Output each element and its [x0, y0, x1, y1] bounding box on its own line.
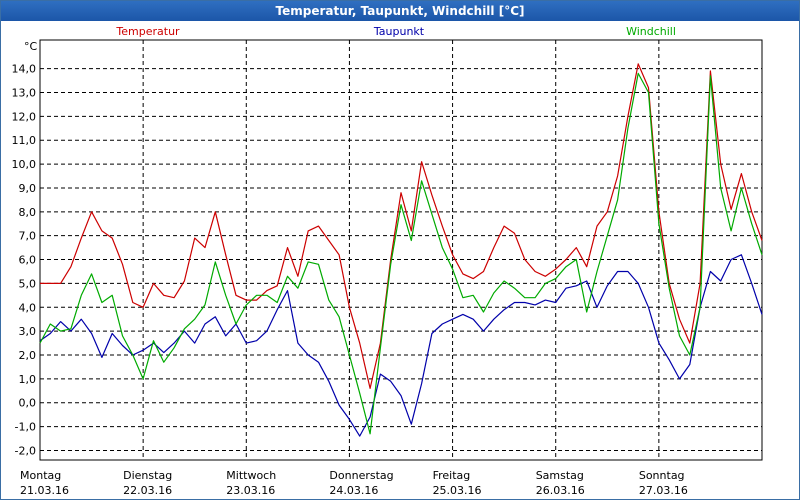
- x-tick-date: 22.03.16: [123, 484, 172, 497]
- x-tick-date: 24.03.16: [329, 484, 378, 497]
- chart: -2,0 -1,0 0,0 1,0 2,0 3,0 4,0 5,0 6,0 7,0 8,0 9,0 10…: [12, 25, 763, 497]
- y-axis: -2,0 -1,0 0,0 1,0 2,0 3,0 4,0 5,0 6,0 7,0 8,0 9,0 10…: [12, 63, 37, 458]
- legend-entry-temperatur: Temperatur: [115, 25, 180, 38]
- y-tick-label: 4,0: [19, 301, 37, 314]
- legend: Temperatur Taupunkt Windchill: [115, 25, 676, 38]
- y-axis-unit-label: °C: [24, 40, 38, 53]
- y-tick-label: 8,0: [19, 206, 37, 219]
- x-tick-day: Donnerstag: [329, 469, 393, 482]
- x-axis: Montag 21.03.16 Dienstag 22.03.16 Mittwoch 23…: [20, 469, 688, 497]
- x-tick-date: 27.03.16: [639, 484, 688, 497]
- y-tick-label: 13,0: [12, 87, 37, 100]
- y-tick-label: 7,0: [19, 230, 37, 243]
- y-tick-label: -2,0: [15, 444, 36, 457]
- y-tick-label: 3,0: [19, 325, 37, 338]
- y-tick-label: 10,0: [12, 158, 37, 171]
- legend-entry-windchill: Windchill: [626, 25, 676, 38]
- x-tick-date: 23.03.16: [226, 484, 275, 497]
- y-tick-label: 5,0: [19, 277, 37, 290]
- y-tick-label: 12,0: [12, 110, 37, 123]
- x-tick-date: 21.03.16: [20, 484, 69, 497]
- y-tick-label: -1,0: [15, 421, 36, 434]
- y-tick-label: 9,0: [19, 182, 37, 195]
- x-tick-day: Montag: [20, 469, 61, 482]
- y-tick-label: 0,0: [19, 397, 37, 410]
- x-tick-day: Mittwoch: [226, 469, 276, 482]
- y-tick-label: 14,0: [12, 63, 37, 76]
- y-tick-label: 2,0: [19, 349, 37, 362]
- y-tick-label: 1,0: [19, 373, 37, 386]
- x-tick-date: 26.03.16: [536, 484, 585, 497]
- x-tick-day: Freitag: [433, 469, 471, 482]
- x-tick-day: Sonntag: [639, 469, 685, 482]
- legend-entry-taupunkt: Taupunkt: [373, 25, 425, 38]
- x-tick-day: Dienstag: [123, 469, 172, 482]
- y-tick-label: 11,0: [12, 134, 37, 147]
- y-tick-label: 6,0: [19, 254, 37, 267]
- x-tick-day: Samstag: [536, 469, 584, 482]
- x-tick-date: 25.03.16: [433, 484, 482, 497]
